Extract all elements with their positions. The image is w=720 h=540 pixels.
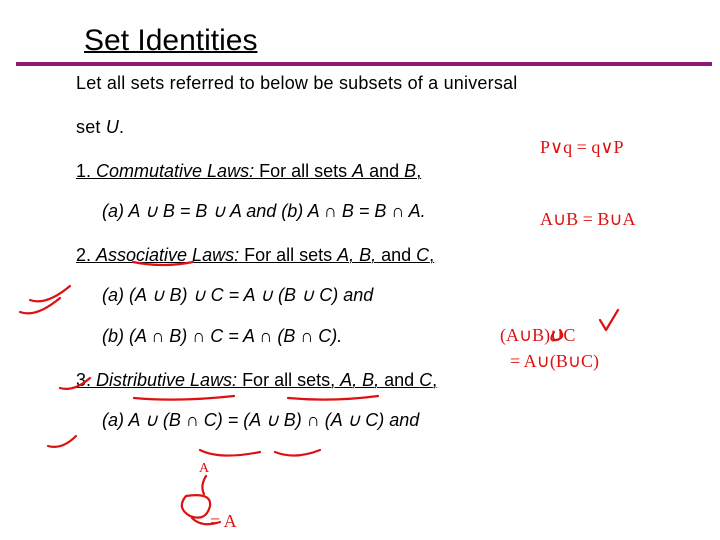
law1-sub: (a) A ∪ B = B ∪ A and (b) A ∩ B = B ∩ A. <box>102 198 664 224</box>
law3-prefix: 3. <box>76 370 96 390</box>
law3-rest-pre: For all sets, <box>237 370 340 390</box>
intro-line-2: set U. <box>76 114 664 140</box>
law2-name: Associative Laws: <box>96 245 239 265</box>
law3-full: 3. Distributive Laws: For all sets, A, B… <box>76 370 437 390</box>
rule-horizontal <box>16 62 712 66</box>
law2-C: C <box>416 245 429 265</box>
law3-name: Distributive Laws: <box>96 370 237 390</box>
law3-ABC: A, B, <box>340 370 379 390</box>
title-zone: Set Identities <box>76 24 664 58</box>
law1-full: 1. Commutative Laws: For all sets A and … <box>76 161 421 181</box>
intro-U: U <box>106 117 119 137</box>
law1-rest-pre: For all sets <box>254 161 352 181</box>
intro-line-1: Let all sets referred to below be subset… <box>76 70 664 96</box>
law3-rest-end: , <box>432 370 437 390</box>
law2-rest-end: , <box>429 245 434 265</box>
law1-name: Commutative Laws: <box>96 161 254 181</box>
law1-head: 1. Commutative Laws: For all sets A and … <box>76 158 664 184</box>
law1-B: B <box>404 161 416 181</box>
slide: Set Identities Let all sets referred to … <box>0 0 720 540</box>
annot-eqA: = A <box>210 512 237 530</box>
page-title: Set Identities <box>80 24 664 58</box>
law2-head: 2. Associative Laws: For all sets A, B, … <box>76 242 664 268</box>
law3-rest-and: and <box>379 370 419 390</box>
annot-top-A: A <box>199 462 209 476</box>
intro-line-2-post: . <box>119 117 124 137</box>
law2-rest-and: and <box>376 245 416 265</box>
law2-sub-a: (a) (A ∪ B) ∪ C = A ∪ (B ∪ C) and <box>102 282 664 308</box>
law1-rest-end: , <box>416 161 421 181</box>
law3-sub-a: (a) A ∪ (B ∩ C) = (A ∪ B) ∩ (A ∪ C) and <box>102 407 664 433</box>
law1-prefix: 1. <box>76 161 96 181</box>
intro-line-2-pre: set <box>76 117 106 137</box>
law2-rest-pre: For all sets <box>239 245 337 265</box>
law2-sub-b: (b) (A ∩ B) ∩ C = A ∩ (B ∩ C). <box>102 323 664 349</box>
law2-ABC: A, B, <box>337 245 376 265</box>
law3-C: C <box>419 370 432 390</box>
law3-head: 3. Distributive Laws: For all sets, A, B… <box>76 367 664 393</box>
law2-full: 2. Associative Laws: For all sets A, B, … <box>76 245 434 265</box>
law1-A: A <box>352 161 364 181</box>
body: Let all sets referred to below be subset… <box>76 70 664 433</box>
law2-prefix: 2. <box>76 245 96 265</box>
law1-rest-mid: and <box>364 161 404 181</box>
